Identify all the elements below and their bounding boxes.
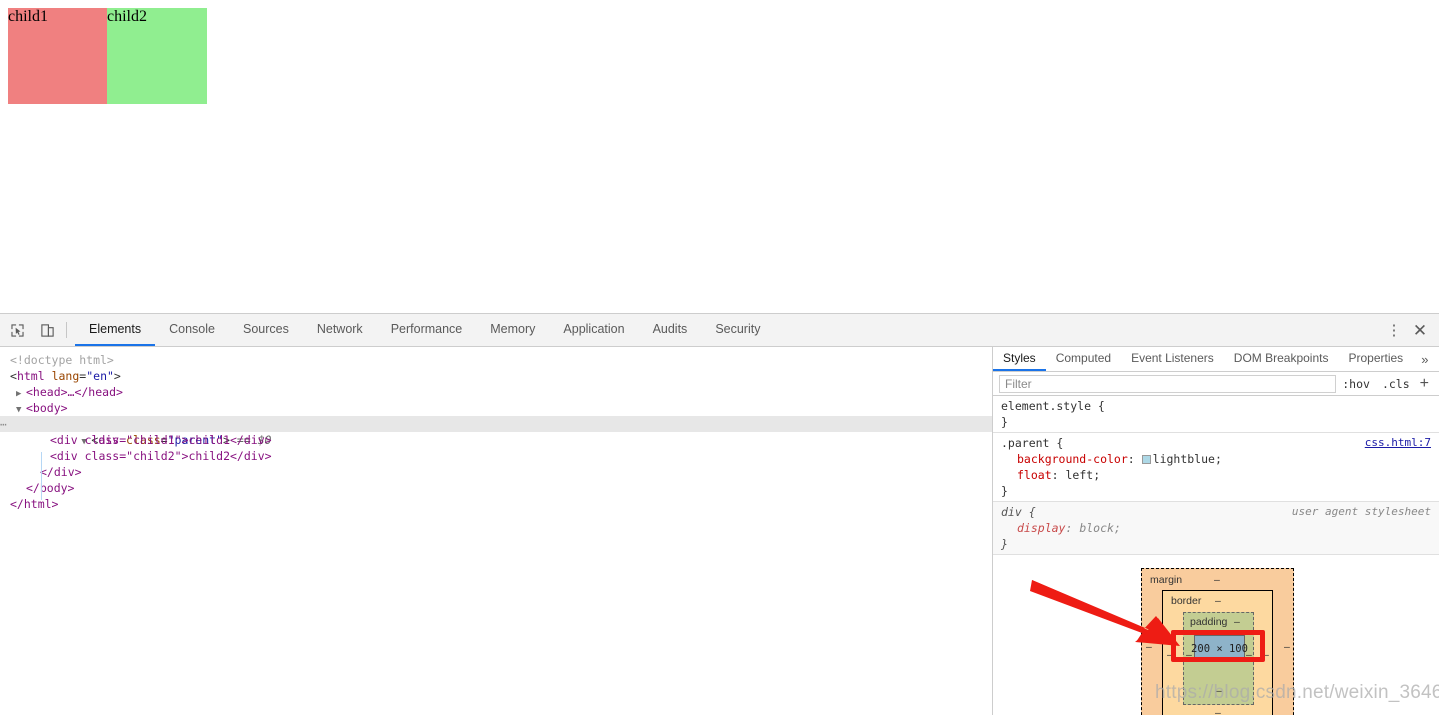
devtools-panel: Elements Console Sources Network Perform… xyxy=(0,313,1439,715)
html-tag-name: html xyxy=(16,369,45,383)
child1-div: child1 xyxy=(8,8,107,104)
more-tabs-icon[interactable]: » xyxy=(1413,347,1436,371)
devtools-body: <!doctype html> <html lang="en"> ▶ <head>… xyxy=(0,347,1439,715)
box-model-diagram: margin – – – – border – – – – padding – xyxy=(993,555,1439,715)
dom-row-child2[interactable]: <div class="child2">child2</div> xyxy=(0,448,992,464)
devtools-tabs: Elements Console Sources Network Perform… xyxy=(75,314,774,346)
padding-label: padding xyxy=(1190,616,1228,628)
border-right-value[interactable]: – xyxy=(1263,649,1269,661)
val-background-color[interactable]: lightblue xyxy=(1153,452,1215,466)
styles-sidebar-tabs: Styles Computed Event Listeners DOM Brea… xyxy=(993,347,1439,372)
hov-toggle-button[interactable]: :hov xyxy=(1336,377,1376,391)
device-toolbar-icon[interactable] xyxy=(34,317,60,343)
tab-console[interactable]: Console xyxy=(155,314,229,346)
prop-float[interactable]: float xyxy=(1017,468,1052,482)
dom-row-html-open[interactable]: <html lang="en"> xyxy=(0,368,992,384)
dom-row-head[interactable]: ▶ <head>…</head> xyxy=(0,384,992,400)
margin-top-value[interactable]: – xyxy=(1214,574,1220,586)
rule-parent-origin-link[interactable]: css.html:7 xyxy=(1365,435,1431,451)
dom-overflow-ellipsis[interactable]: ⋯ xyxy=(0,417,8,433)
child2-markup-text: <div class="child2">child2</div> xyxy=(50,449,272,463)
styles-filter-bar: :hov .cls + xyxy=(993,372,1439,396)
child1-markup-text: <div class="child1">child1</div> xyxy=(50,433,272,447)
tab-sources[interactable]: Sources xyxy=(229,314,303,346)
tab-memory[interactable]: Memory xyxy=(476,314,549,346)
rule-element-style[interactable]: element.style { } xyxy=(993,396,1439,433)
parent-rule-close: } xyxy=(1001,484,1008,498)
dom-indent-guide xyxy=(41,452,42,500)
border-top-value[interactable]: – xyxy=(1215,595,1221,607)
dom-row-parent-close[interactable]: </div> xyxy=(0,464,992,480)
dom-row-body-open[interactable]: ▼ <body> xyxy=(0,400,992,416)
toolbar-right-actions: ⋮ ✕ xyxy=(1381,314,1433,346)
tab-event-listeners[interactable]: Event Listeners xyxy=(1121,347,1224,371)
body-open-text: <body> xyxy=(26,401,68,415)
tab-audits[interactable]: Audits xyxy=(639,314,702,346)
styles-pane: Styles Computed Event Listeners DOM Brea… xyxy=(993,347,1439,715)
box-model-padding[interactable]: padding – – – – 200 × 100 xyxy=(1183,612,1254,705)
margin-right-value[interactable]: – xyxy=(1284,641,1290,653)
rule-parent[interactable]: css.html:7 .parent { background-color: li… xyxy=(993,433,1439,502)
devtools-toolbar: Elements Console Sources Network Perform… xyxy=(0,314,1439,347)
box-model-border[interactable]: border – – – – padding – – – – 200 × 100 xyxy=(1162,590,1273,715)
tab-computed[interactable]: Computed xyxy=(1046,347,1121,371)
padding-top-value[interactable]: – xyxy=(1234,616,1240,628)
tab-properties[interactable]: Properties xyxy=(1338,347,1413,371)
val-float[interactable]: left xyxy=(1065,468,1093,482)
val-display: block xyxy=(1079,521,1114,535)
dom-row-body-close[interactable]: </body> xyxy=(0,480,992,496)
tab-application[interactable]: Application xyxy=(549,314,638,346)
doctype-text: <!doctype html> xyxy=(10,353,114,367)
dom-row-html-close[interactable]: </html> xyxy=(0,496,992,512)
box-model-margin[interactable]: margin – – – – border – – – – padding – xyxy=(1141,568,1294,715)
html-lang-value: "en" xyxy=(86,369,114,383)
close-icon[interactable]: ✕ xyxy=(1407,317,1433,343)
div-selector: div { xyxy=(1001,505,1036,519)
html-lang-attr: lang xyxy=(51,369,80,383)
prop-display: display xyxy=(1017,521,1066,535)
tab-dom-breakpoints[interactable]: DOM Breakpoints xyxy=(1224,347,1339,371)
rule-div-origin: user agent stylesheet xyxy=(1291,505,1431,518)
box-model-content[interactable]: 200 × 100 xyxy=(1191,635,1248,662)
border-left-value[interactable]: – xyxy=(1167,649,1173,661)
new-style-rule-button[interactable]: + xyxy=(1416,375,1435,392)
margin-label: margin xyxy=(1150,574,1183,586)
body-close-text: </body> xyxy=(26,481,75,495)
tab-elements[interactable]: Elements xyxy=(75,314,156,346)
tab-network[interactable]: Network xyxy=(303,314,377,346)
toolbar-divider xyxy=(66,322,67,338)
dom-row-parent-selected[interactable]: ⋯ ▼ <div class="parent"> == $0 xyxy=(0,416,992,447)
tab-security[interactable]: Security xyxy=(701,314,774,346)
padding-bottom-value[interactable]: – xyxy=(1216,685,1222,697)
parent-div: child1 child2 xyxy=(8,8,207,104)
margin-left-value[interactable]: – xyxy=(1146,641,1152,653)
color-swatch-lightblue[interactable] xyxy=(1141,455,1151,464)
dom-tree-pane: <!doctype html> <html lang="en"> ▶ <head>… xyxy=(0,347,992,715)
div-rule-close: } xyxy=(1001,537,1008,551)
prop-background-color[interactable]: background-color xyxy=(1017,452,1128,466)
dom-row-doctype[interactable]: <!doctype html> xyxy=(0,352,992,368)
css-rules-area: element.style { } css.html:7 .parent { ba… xyxy=(993,396,1439,555)
element-style-close: } xyxy=(1001,415,1008,429)
rule-div-user-agent[interactable]: user agent stylesheet div { display: bloc… xyxy=(993,502,1439,555)
styles-filter-input[interactable] xyxy=(999,374,1337,393)
border-bottom-value[interactable]: – xyxy=(1215,707,1221,715)
element-style-selector: element.style { xyxy=(1001,399,1105,413)
child2-div: child2 xyxy=(107,8,207,104)
tab-styles[interactable]: Styles xyxy=(993,347,1046,371)
page-viewport: child1 child2 xyxy=(0,0,1439,313)
tab-performance[interactable]: Performance xyxy=(377,314,477,346)
dom-row-child1[interactable]: <div class="child1">child1</div> xyxy=(0,432,992,448)
parent-selector: .parent { xyxy=(1001,436,1064,450)
inspect-element-icon[interactable] xyxy=(4,317,30,343)
html-close-text: </html> xyxy=(10,497,59,511)
head-collapsed-text: <head>…</head> xyxy=(26,385,123,399)
more-options-icon[interactable]: ⋮ xyxy=(1381,317,1407,343)
cls-toggle-button[interactable]: .cls xyxy=(1376,377,1416,391)
parent-close-text: </div> xyxy=(40,465,82,479)
border-label: border xyxy=(1171,595,1202,607)
